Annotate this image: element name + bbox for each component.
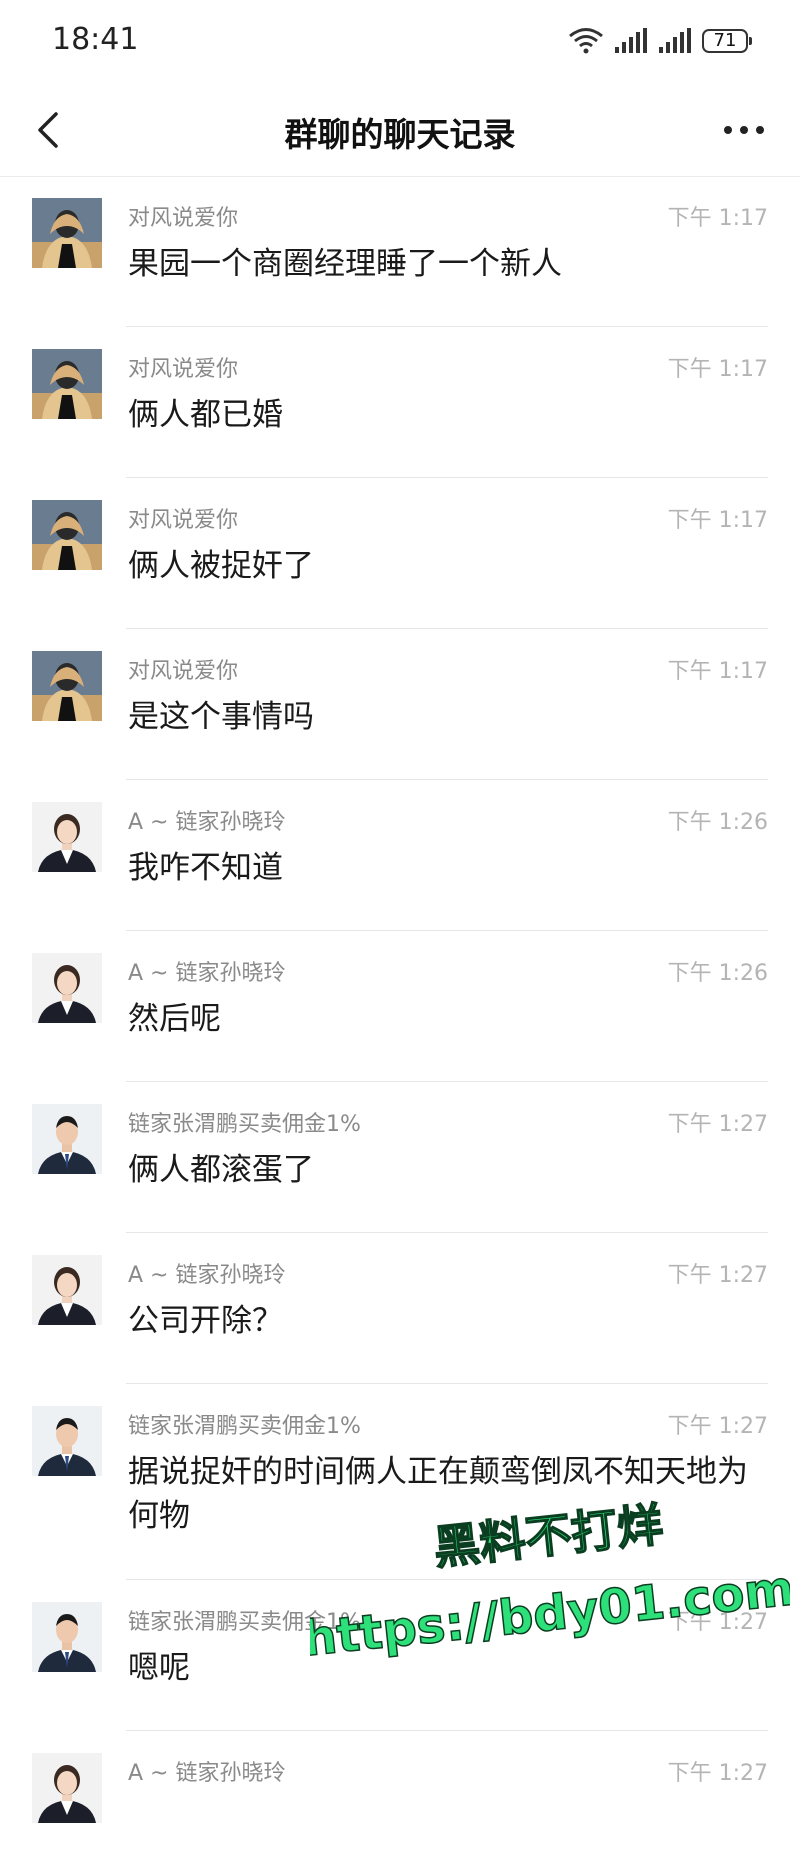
sender-name: A ~ 链家孙晓玲 [128, 961, 286, 986]
avatar[interactable] [32, 1255, 102, 1325]
avatar[interactable] [32, 651, 102, 721]
signal-icon-2 [659, 28, 691, 53]
battery-indicator: 71 [702, 29, 752, 53]
message-row[interactable]: 链家张渭鹏买卖佣金1% 下午 1:27 据说捉奸的时间俩人正在颠鸾倒凤不知天地为何物 [0, 1384, 800, 1580]
status-time: 18:41 [52, 22, 139, 57]
signal-icon [615, 28, 647, 53]
message-time: 下午 1:17 [667, 659, 768, 684]
message-text: 是这个事情吗 [128, 699, 314, 735]
message-list: 对风说爱你 下午 1:17 果园一个商圈经理睡了一个新人 对风说爱你 下午 1:17 俩人… [0, 176, 800, 1851]
sender-name: A ~ 链家孙晓玲 [128, 810, 286, 835]
message-time: 下午 1:17 [667, 206, 768, 231]
sender-name: 对风说爱你 [128, 508, 239, 533]
wifi-icon [569, 28, 603, 54]
message-text: 我咋不知道 [128, 850, 283, 886]
message-time: 下午 1:27 [667, 1761, 768, 1786]
avatar[interactable] [32, 953, 102, 1023]
message-text: 然后呢 [128, 1001, 221, 1037]
nav-bar: 群聊的聊天记录 [0, 84, 800, 177]
message-time: 下午 1:26 [667, 961, 768, 986]
message-text: 据说捉奸的时间俩人正在颠鸾倒凤不知天地为何物 [128, 1454, 748, 1534]
status-icons: 71 [568, 24, 752, 58]
avatar[interactable] [32, 1104, 102, 1174]
message-time: 下午 1:26 [667, 810, 768, 835]
message-row[interactable]: 对风说爱你 下午 1:17 俩人被捉奸了 [0, 478, 800, 629]
message-row[interactable]: 链家张渭鹏买卖佣金1% 下午 1:27 俩人都滚蛋了 [0, 1082, 800, 1233]
message-text: 俩人都已婚 [128, 397, 283, 433]
avatar[interactable] [32, 349, 102, 419]
avatar[interactable] [32, 802, 102, 872]
message-row[interactable]: 链家张渭鹏买卖佣金1% 下午 1:27 嗯呢 [0, 1580, 800, 1731]
message-row[interactable]: 对风说爱你 下午 1:17 是这个事情吗 [0, 629, 800, 780]
message-row[interactable]: A ~ 链家孙晓玲 下午 1:26 我咋不知道 [0, 780, 800, 931]
sender-name: 对风说爱你 [128, 357, 239, 382]
sender-name: 对风说爱你 [128, 206, 239, 231]
message-time: 下午 1:17 [667, 357, 768, 382]
avatar[interactable] [32, 1753, 102, 1823]
status-bar: 18:41 71 [0, 0, 800, 84]
message-row[interactable]: 对风说爱你 下午 1:17 果园一个商圈经理睡了一个新人 [0, 176, 800, 327]
message-time: 下午 1:27 [667, 1414, 768, 1439]
message-text: 公司开除？ [128, 1303, 283, 1339]
message-row[interactable]: A ~ 链家孙晓玲 下午 1:27 [0, 1731, 800, 1851]
page-title: 群聊的聊天记录 [284, 115, 516, 154]
message-text: 果园一个商圈经理睡了一个新人 [128, 246, 562, 282]
more-options-icon[interactable] [716, 108, 772, 152]
message-row[interactable]: 对风说爱你 下午 1:17 俩人都已婚 [0, 327, 800, 478]
sender-name: A ~ 链家孙晓玲 [128, 1761, 286, 1786]
message-row[interactable]: A ~ 链家孙晓玲 下午 1:27 公司开除？ [0, 1233, 800, 1384]
avatar[interactable] [32, 1406, 102, 1476]
sender-name: A ~ 链家孙晓玲 [128, 1263, 286, 1288]
avatar[interactable] [32, 1602, 102, 1672]
message-text: 俩人都滚蛋了 [128, 1152, 314, 1188]
message-text: 俩人被捉奸了 [128, 548, 314, 584]
sender-name: 对风说爱你 [128, 659, 239, 684]
message-time: 下午 1:27 [667, 1112, 768, 1137]
message-time: 下午 1:27 [667, 1263, 768, 1288]
message-time: 下午 1:27 [667, 1610, 768, 1635]
avatar[interactable] [32, 500, 102, 570]
message-text: 嗯呢 [128, 1650, 190, 1686]
sender-name: 链家张渭鹏买卖佣金1% [128, 1610, 361, 1635]
message-row[interactable]: A ~ 链家孙晓玲 下午 1:26 然后呢 [0, 931, 800, 1082]
sender-name: 链家张渭鹏买卖佣金1% [128, 1414, 361, 1439]
message-time: 下午 1:17 [667, 508, 768, 533]
avatar[interactable] [32, 198, 102, 268]
sender-name: 链家张渭鹏买卖佣金1% [128, 1112, 361, 1137]
